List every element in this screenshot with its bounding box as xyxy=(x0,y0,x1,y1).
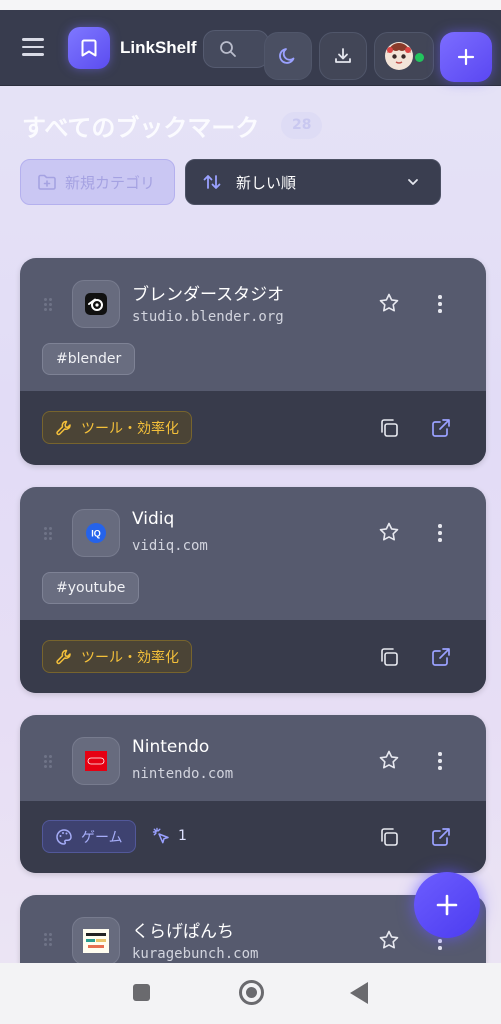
moon-icon xyxy=(279,48,295,64)
new-category-button[interactable]: 新規カテゴリ xyxy=(20,159,175,205)
account-button[interactable] xyxy=(374,32,434,80)
app-logo[interactable] xyxy=(68,27,110,69)
click-count: 1 xyxy=(152,827,187,845)
category-label: ツール・効率化 xyxy=(81,649,179,666)
plus-icon xyxy=(457,48,475,66)
open-external-icon[interactable] xyxy=(430,826,452,848)
favicon xyxy=(72,280,120,328)
folder-plus-icon xyxy=(38,174,56,190)
search-icon xyxy=(220,41,236,57)
theme-toggle-button[interactable] xyxy=(264,32,312,80)
wrench-icon xyxy=(56,649,71,664)
status-bar xyxy=(0,0,501,10)
open-external-icon[interactable] xyxy=(430,417,452,439)
copy-icon[interactable] xyxy=(378,826,400,848)
home-button[interactable] xyxy=(239,980,264,1005)
download-icon xyxy=(335,48,351,63)
cursor-click-icon xyxy=(152,827,169,844)
card-footer: ツール・効率化 xyxy=(20,620,486,693)
category-chip[interactable]: ツール・効率化 xyxy=(42,640,192,673)
copy-icon[interactable] xyxy=(378,417,400,439)
click-count-value: 1 xyxy=(178,828,187,844)
download-button[interactable] xyxy=(319,32,367,80)
blender-logo xyxy=(85,293,107,315)
drag-handle[interactable] xyxy=(44,755,52,769)
category-label: ゲーム xyxy=(81,829,123,846)
bookmark-card[interactable]: ブレンダースタジオ studio.blender.org #blender ツー… xyxy=(20,258,486,465)
favicon: IQ xyxy=(72,509,120,557)
more-options-icon[interactable] xyxy=(438,295,442,316)
drag-handle[interactable] xyxy=(44,933,52,947)
back-button[interactable] xyxy=(350,982,368,1004)
bookmark-title[interactable]: Nintendo xyxy=(132,737,209,757)
copy-icon[interactable] xyxy=(378,646,400,668)
bookmark-title[interactable]: ブレンダースタジオ xyxy=(132,280,284,305)
fab-add-bookmark-button[interactable] xyxy=(414,872,480,938)
sort-select[interactable]: 新しい順 xyxy=(185,159,441,205)
card-footer: ツール・効率化 xyxy=(20,391,486,465)
palette-icon xyxy=(56,828,72,845)
new-category-label: 新規カテゴリ xyxy=(65,173,156,192)
star-icon[interactable] xyxy=(378,929,400,951)
tag-chip[interactable]: #youtube xyxy=(42,572,140,604)
drag-handle[interactable] xyxy=(44,298,52,312)
bookmark-url: studio.blender.org xyxy=(132,309,284,325)
sort-label: 新しい順 xyxy=(236,173,297,192)
plus-icon xyxy=(436,894,458,916)
svg-text:IQ: IQ xyxy=(91,529,101,539)
top-app-bar: LinkShelf xyxy=(0,10,501,86)
star-icon[interactable] xyxy=(378,292,400,314)
wrench-icon xyxy=(56,420,71,435)
avatar xyxy=(385,42,413,70)
system-navigation-bar xyxy=(0,963,501,1024)
card-footer: ゲーム 1 xyxy=(20,801,486,873)
bookmark-card[interactable]: Nintendo nintendo.com ゲーム 1 xyxy=(20,715,486,873)
add-bookmark-button[interactable] xyxy=(440,32,492,82)
bookmark-icon xyxy=(81,39,97,57)
bookmark-url: vidiq.com xyxy=(132,538,208,554)
bookmark-url: kuragebunch.com xyxy=(132,946,259,962)
category-chip[interactable]: ツール・効率化 xyxy=(42,411,192,444)
vidiq-logo: IQ xyxy=(86,523,106,543)
nintendo-logo xyxy=(85,751,107,771)
more-options-icon[interactable] xyxy=(438,524,442,545)
star-icon[interactable] xyxy=(378,521,400,543)
category-chip[interactable]: ゲーム xyxy=(42,820,136,853)
online-status-dot xyxy=(415,53,424,62)
bookmark-card[interactable]: IQ Vidiq vidiq.com #youtube ツール・効率化 xyxy=(20,487,486,693)
tag-chip[interactable]: #blender xyxy=(42,343,136,375)
sort-arrows-icon xyxy=(203,175,221,189)
bookmark-url: nintendo.com xyxy=(132,766,234,782)
favicon xyxy=(72,737,120,785)
search-button[interactable] xyxy=(203,30,269,68)
drag-handle[interactable] xyxy=(44,527,52,541)
bookmark-title[interactable]: くらげぱんち xyxy=(132,917,234,942)
bookmark-title[interactable]: Vidiq xyxy=(132,509,174,529)
star-icon[interactable] xyxy=(378,749,400,771)
app-title: LinkShelf xyxy=(120,38,197,57)
chevron-down-icon xyxy=(408,179,418,185)
recents-button[interactable] xyxy=(133,984,150,1001)
bookmark-count-badge: 28 xyxy=(281,112,323,139)
kuragebunch-logo xyxy=(83,929,109,953)
more-options-icon[interactable] xyxy=(438,752,442,773)
hamburger-icon[interactable] xyxy=(22,36,46,58)
page-title: すべてのブックマーク xyxy=(22,114,260,142)
favicon xyxy=(72,917,120,965)
category-label: ツール・効率化 xyxy=(81,420,179,437)
open-external-icon[interactable] xyxy=(430,646,452,668)
